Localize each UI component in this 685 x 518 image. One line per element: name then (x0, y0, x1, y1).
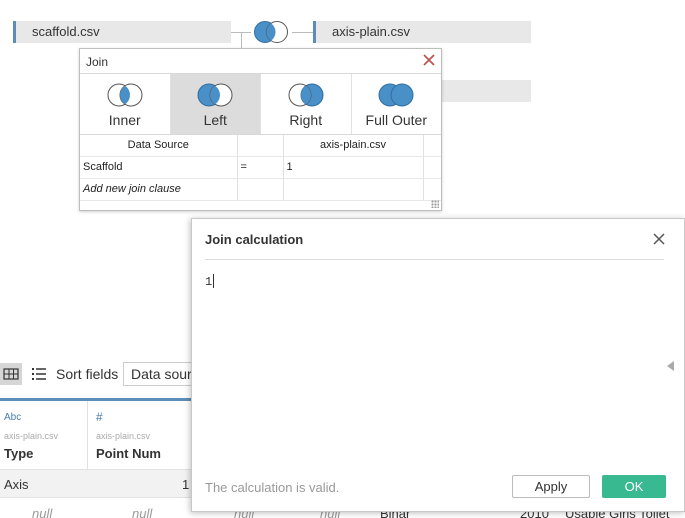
join-popup: Join Inner Left Right Full Outer Data So… (79, 48, 442, 211)
column-header-cell: Abc axis-plain.csv Type (0, 401, 88, 469)
calculation-status: The calculation is valid. (205, 480, 340, 495)
data-grid-toolbar: Sort fields Data source (0, 360, 203, 388)
join-type-inner[interactable]: Inner (80, 74, 171, 134)
left-join-icon (197, 83, 233, 107)
resize-grip-icon[interactable] (431, 200, 439, 208)
column-header-point-num[interactable]: # axis-plain.csv Point Num (88, 401, 200, 469)
left-table-name: scaffold.csv (32, 24, 100, 39)
text-caret (213, 274, 215, 288)
right-table-pill[interactable]: axis-plain.csv (313, 21, 531, 43)
column-header-cell: # axis-plain.csv Point Num (88, 401, 200, 469)
clause-left-field[interactable]: Scaffold (80, 156, 238, 179)
calculation-expression: 1 (205, 275, 213, 289)
join-type-right[interactable]: Right (261, 74, 352, 134)
clause-header-left: Data Source (80, 135, 238, 157)
clause-operator[interactable]: = (237, 156, 284, 179)
left-join-icon[interactable] (250, 20, 292, 44)
clause-right-field[interactable]: 1 (283, 156, 424, 179)
dialog-divider (205, 259, 664, 260)
clause-header-spacer (423, 135, 441, 157)
calculation-editor[interactable]: 1 (205, 274, 665, 464)
add-clause-row[interactable]: Add new join clause (80, 178, 441, 201)
column-field-name: Type (4, 446, 34, 461)
right-table-name: axis-plain.csv (332, 24, 411, 39)
null-cell: null (132, 506, 153, 518)
join-type-selector: Inner Left Right Full Outer (80, 74, 441, 135)
join-type-left[interactable]: Left (170, 74, 261, 134)
full-outer-join-icon (378, 83, 414, 107)
add-clause-right (283, 178, 424, 201)
join-connector-vertical (241, 32, 242, 48)
join-popup-header: Join (80, 49, 441, 74)
join-clause-row[interactable]: Scaffold = 1 (80, 156, 441, 179)
close-icon[interactable] (422, 53, 436, 67)
add-clause-spacer (423, 178, 441, 201)
sort-fields-label: Sort fields (56, 366, 119, 382)
string-type-icon[interactable]: Abc (4, 412, 21, 423)
clause-header-operator (237, 135, 284, 157)
join-connector-right (292, 32, 313, 33)
inner-join-icon (107, 83, 143, 107)
apply-button[interactable]: Apply (512, 475, 590, 498)
join-type-label: Inner (108, 112, 141, 128)
cell-point-num: 1 (182, 477, 190, 492)
dialog-title: Join calculation (205, 232, 304, 247)
collapse-arrow-icon[interactable] (667, 361, 674, 371)
cell-type: Axis (4, 477, 29, 492)
list-view-icon[interactable] (28, 363, 50, 385)
join-type-label: Left (203, 112, 227, 128)
add-clause-placeholder[interactable]: Add new join clause (80, 178, 238, 201)
left-table-pill[interactable]: scaffold.csv (13, 21, 231, 43)
ok-button[interactable]: OK (602, 475, 666, 498)
column-header-type[interactable]: Abc axis-plain.csv Type (0, 401, 88, 469)
grid-view-icon[interactable] (0, 363, 22, 385)
join-type-full-outer[interactable]: Full Outer (352, 74, 442, 134)
join-calculation-dialog: Join calculation 1 The calculation is va… (191, 218, 685, 512)
right-join-icon (288, 83, 324, 107)
column-field-name: Point Num (96, 446, 161, 461)
join-popup-title: Join (86, 55, 109, 69)
number-type-icon[interactable]: # (96, 410, 103, 424)
join-clause-table: Data Source axis-plain.csv Scaffold = 1 … (80, 135, 441, 201)
join-type-label: Full Outer (365, 112, 427, 128)
clause-header-right: axis-plain.csv (283, 135, 424, 157)
clause-spacer (423, 156, 441, 179)
table-row: Axis 1 (0, 469, 200, 498)
join-type-label: Right (289, 112, 323, 128)
join-clause-header-row: Data Source axis-plain.csv (80, 135, 441, 157)
null-cell: null (32, 506, 53, 518)
add-clause-operator (237, 178, 284, 201)
ghost-table-pill (430, 80, 531, 102)
column-source-name: axis-plain.csv (96, 431, 151, 441)
column-source-name: axis-plain.csv (4, 431, 59, 441)
close-icon[interactable] (652, 232, 666, 246)
